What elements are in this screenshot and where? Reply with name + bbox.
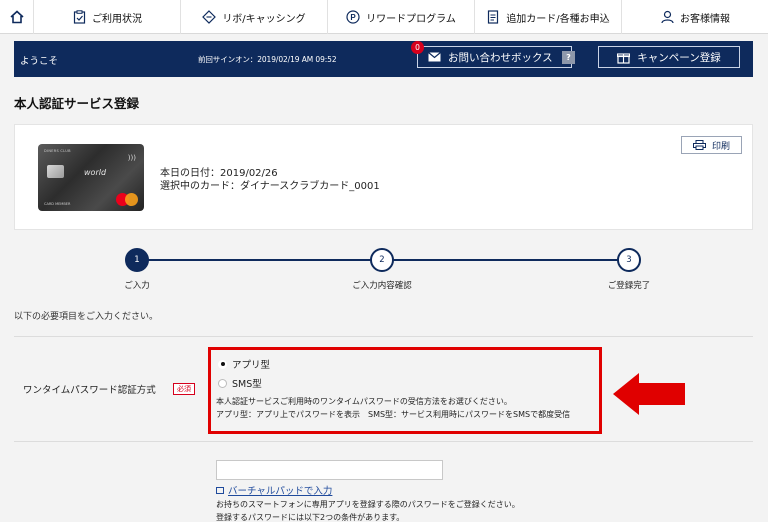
- password-note-2: 登録するパスワードには以下2つの条件があります。: [216, 513, 405, 522]
- nav-additional-card-label: 追加カード/各種お申込: [506, 13, 610, 25]
- required-badge: 必須: [173, 383, 195, 395]
- campaign-register-button[interactable]: キャンペーン登録: [598, 46, 740, 68]
- printer-icon: [692, 140, 706, 150]
- card-issuer-text: DINERS CLUB: [44, 149, 71, 153]
- contactless-icon: ))): [127, 154, 136, 162]
- step-1-circle: 1: [125, 248, 149, 272]
- home-button[interactable]: [0, 0, 34, 34]
- print-button[interactable]: 印刷: [681, 136, 742, 154]
- campaign-register-label: キャンペーン登録: [637, 51, 721, 64]
- step-2-circle: 2: [370, 248, 394, 272]
- card-info-text: 本日の日付：2019/02/26 選択中のカード：ダイナースクラブカード_000…: [160, 167, 380, 193]
- external-link-icon: [216, 486, 224, 494]
- svg-text:P: P: [350, 13, 356, 22]
- card-member-text: CARD MEMBER: [44, 202, 71, 206]
- radio-sms[interactable]: [218, 378, 227, 388]
- person-icon: [660, 10, 674, 24]
- inquiry-box-button[interactable]: 0 お問い合わせボックス: [411, 41, 572, 68]
- envelope-icon: [428, 52, 441, 62]
- nav-rewards[interactable]: P リワードプログラム: [328, 0, 475, 34]
- step-2-label: ご入力内容確認: [352, 281, 412, 291]
- welcome-bar: ようこそ 前回サインオン：2019/02/19 AM 09:52 0 お問い合わ…: [14, 41, 753, 77]
- welcome-greeting: ようこそ: [20, 56, 59, 67]
- nav-rewards-label: リワードプログラム: [366, 13, 456, 25]
- today-date: 本日の日付：2019/02/26: [160, 168, 278, 179]
- help-button[interactable]: ?: [562, 51, 575, 64]
- step-3-label: ご登録完了: [607, 281, 651, 291]
- progress-stepper: 1 2 3 ご入力 ご入力内容確認 ご登録完了: [0, 244, 768, 294]
- password-input[interactable]: [216, 460, 443, 480]
- otp-description-1: 本人認証サービスご利用時のワンタイムパスワードの受信方法をお選びください。: [216, 397, 512, 406]
- password-note-1: お持ちのスマートフォンに専用アプリを登録する際のパスワードをご登録ください。: [216, 500, 520, 509]
- radio-app[interactable]: [218, 359, 227, 369]
- mastercard-logo: [116, 193, 138, 206]
- nav-revolving[interactable]: リボ/キャッシング: [181, 0, 328, 34]
- left-arrow-annotation: [613, 373, 685, 415]
- form-intro: 以下の必要項目をご入力ください。: [14, 312, 159, 322]
- last-signin: 前回サインオン：2019/02/19 AM 09:52: [198, 55, 337, 64]
- card-image: DINERS CLUB ))) world CARD MEMBER: [38, 144, 144, 211]
- divider: [14, 336, 753, 337]
- card-chip: [47, 165, 64, 178]
- virtual-pad-link-label: バーチャルパッドで入力: [228, 486, 333, 497]
- otp-method-label: ワンタイムパスワード認証方式: [23, 385, 156, 396]
- selected-card: 選択中のカード：ダイナースクラブカード_0001: [160, 181, 380, 192]
- top-nav: ご利用状況 リボ/キャッシング P リワードプログラム 追加カード/各種お申込 …: [0, 0, 768, 34]
- clipboard-icon: [72, 10, 86, 24]
- p-circle-icon: P: [346, 10, 360, 24]
- nav-revolving-label: リボ/キャッシング: [222, 13, 306, 25]
- option-app-label: アプリ型: [232, 360, 271, 371]
- home-icon: [9, 10, 24, 24]
- card-info-panel: DINERS CLUB ))) world CARD MEMBER 本日の日付：…: [14, 124, 753, 230]
- option-sms[interactable]: SMS型: [218, 376, 262, 390]
- step-1-label: ご入力: [124, 281, 150, 291]
- document-icon: [486, 10, 500, 24]
- otp-description-2: アプリ型：アプリ上でパスワードを表示 SMS型：サービス利用時にパスワードをSM…: [216, 410, 571, 419]
- option-sms-label: SMS型: [232, 379, 262, 390]
- print-label: 印刷: [711, 141, 730, 152]
- nav-additional-card[interactable]: 追加カード/各種お申込: [475, 0, 622, 34]
- virtual-pad-link[interactable]: バーチャルパッドで入力: [216, 483, 332, 497]
- step-3-circle: 3: [617, 248, 641, 272]
- inquiry-box-label: お問い合わせボックス: [448, 51, 553, 64]
- option-app[interactable]: アプリ型: [218, 357, 270, 371]
- nav-usage[interactable]: ご利用状況: [34, 0, 181, 34]
- page-title: 本人認証サービス登録: [14, 96, 140, 111]
- nav-customer-info[interactable]: お客様情報: [622, 0, 768, 34]
- gift-icon: [617, 52, 631, 64]
- card-brand: world: [84, 168, 107, 177]
- inquiry-count-badge: 0: [411, 41, 424, 54]
- divider: [14, 441, 753, 442]
- nav-customer-info-label: お客様情報: [680, 13, 730, 25]
- nav-usage-label: ご利用状況: [92, 13, 142, 25]
- diamond-arrows-icon: [202, 10, 217, 24]
